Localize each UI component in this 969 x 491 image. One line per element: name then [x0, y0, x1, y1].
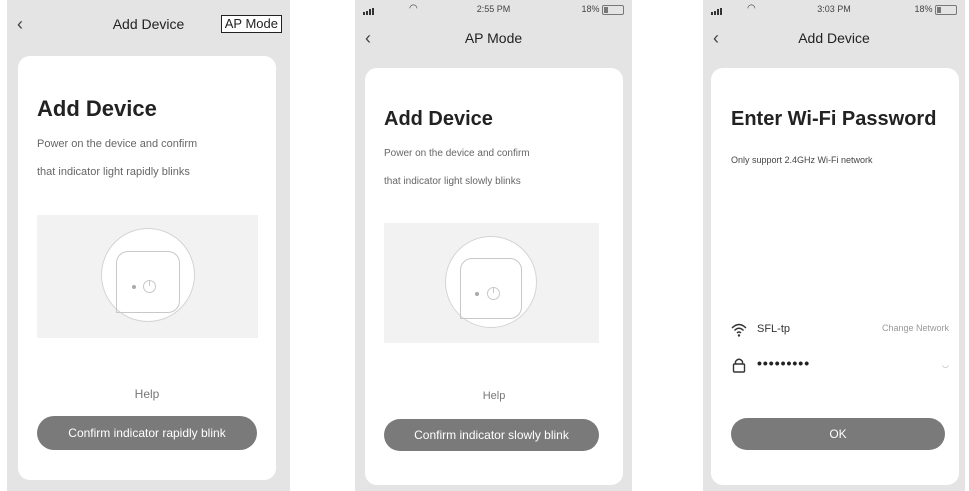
content-card: Add Device Power on the device and confi…	[365, 68, 623, 485]
nav-bar: ‹ Add Device AP Mode	[7, 12, 290, 38]
device-illustration	[384, 223, 599, 343]
description-line-2: that indicator light slowly blinks	[384, 176, 521, 187]
nav-bar: ‹ AP Mode	[355, 26, 632, 52]
screen-add-device-rapid: ‹ Add Device AP Mode Add Device Power on…	[7, 0, 290, 491]
content-card: Enter Wi-Fi Password Only support 2.4GHz…	[711, 68, 959, 485]
status-bar: ◠ 2:55 PM 18%	[355, 0, 632, 18]
indicator-led	[132, 285, 136, 289]
battery-icon: 18%	[914, 4, 957, 15]
device-outline	[460, 258, 522, 319]
show-password-icon[interactable]: ◡	[942, 360, 949, 369]
status-bar: ◠ 3:03 PM 18%	[703, 0, 965, 18]
wifi-icon	[731, 323, 747, 337]
content-card: Add Device Power on the device and confi…	[18, 56, 276, 480]
help-link[interactable]: Help	[18, 387, 276, 401]
illustration-circle	[101, 228, 195, 322]
network-name: SFL-tp	[757, 323, 791, 335]
wifi-support-note: Only support 2.4GHz Wi-Fi network	[731, 155, 873, 165]
lock-icon	[732, 358, 746, 373]
indicator-led	[475, 292, 479, 296]
device-outline	[116, 251, 180, 313]
help-link[interactable]: Help	[365, 390, 623, 402]
power-icon	[487, 287, 500, 300]
confirm-rapid-blink-button[interactable]: Confirm indicator rapidly blink	[37, 416, 257, 450]
power-icon	[143, 280, 156, 293]
nav-bar: ‹ Add Device	[703, 26, 965, 52]
change-network-link[interactable]: Change Network	[882, 323, 949, 333]
description-line-1: Power on the device and confirm	[37, 138, 198, 150]
ap-mode-button[interactable]: AP Mode	[220, 15, 282, 33]
illustration-circle	[445, 236, 537, 328]
screen-ap-mode: ◠ 2:55 PM 18% ‹ AP Mode Add Device Power…	[355, 0, 632, 491]
password-field[interactable]: •••••••••	[757, 355, 810, 371]
screen-wifi-password: ◠ 3:03 PM 18% ‹ Add Device Enter Wi-Fi P…	[703, 0, 965, 491]
battery-icon: 18%	[581, 4, 624, 15]
battery-percent: 18%	[914, 4, 933, 14]
network-row: SFL-tp Change Network	[731, 320, 949, 340]
nav-title: AP Mode	[464, 30, 523, 46]
confirm-slow-blink-button[interactable]: Confirm indicator slowly blink	[384, 419, 599, 451]
password-row: ••••••••• ◡	[731, 355, 949, 375]
battery-percent: 18%	[581, 4, 600, 14]
nav-title: Add Device	[798, 30, 870, 46]
ok-button[interactable]: OK	[731, 418, 945, 450]
page-heading: Add Device	[37, 96, 157, 121]
description-line-1: Power on the device and confirm	[384, 148, 530, 159]
device-illustration	[37, 215, 258, 338]
page-heading: Enter Wi-Fi Password	[731, 108, 937, 130]
page-heading: Add Device	[384, 108, 493, 130]
description-line-2: that indicator light rapidly blinks	[37, 166, 190, 178]
